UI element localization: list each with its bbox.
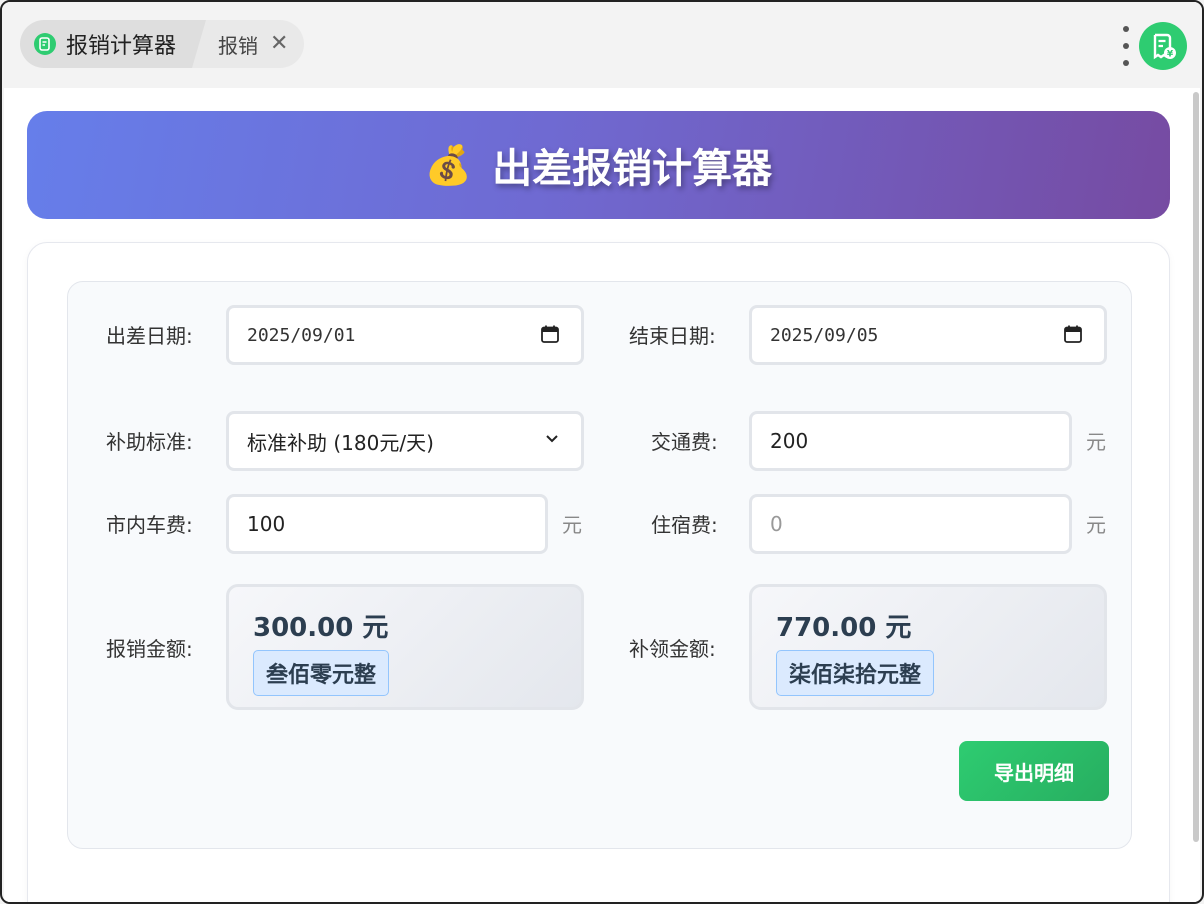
app-logo-icon[interactable]: ¥	[1139, 22, 1187, 70]
subsidy-label: 补助标准:	[106, 430, 193, 454]
title-bar: 报销计算器 报销 ✕ ¥	[2, 2, 1202, 88]
subsidy-value: 标准补助 (180元/天)	[247, 430, 434, 455]
start-date-value: 2025/09/01	[247, 324, 356, 346]
end-date-label: 结束日期:	[629, 324, 716, 348]
end-date-value: 2025/09/05	[770, 324, 879, 346]
local-transport-input[interactable]: 100	[226, 494, 548, 554]
end-date-input[interactable]: 2025/09/05	[749, 305, 1107, 365]
form-panel: 出差日期: 2025/09/01 结束日期: 2025/09/05 补助标准: …	[67, 281, 1132, 849]
tab-calculator[interactable]: 报销计算器	[20, 20, 220, 68]
transport-unit: 元	[1086, 430, 1106, 454]
money-bag-icon: 💰	[424, 142, 473, 187]
local-transport-value: 100	[247, 512, 286, 536]
lodging-label: 住宿费:	[651, 513, 718, 537]
tab-reimburse[interactable]: 报销 ✕	[192, 20, 304, 68]
calendar-icon[interactable]	[541, 325, 559, 343]
receipt-icon	[34, 33, 56, 55]
local-transport-unit: 元	[562, 513, 582, 537]
start-date-input[interactable]: 2025/09/01	[226, 305, 584, 365]
tab-reimburse-label: 报销	[218, 33, 258, 58]
app-window: 报销计算器 报销 ✕ ¥ 💰 出差报销计算器 出差日期: 2025/09/01 …	[0, 0, 1204, 904]
transport-value: 200	[770, 429, 809, 453]
supplement-amount: 770.00 元	[776, 613, 912, 643]
more-menu-icon[interactable]	[1118, 26, 1134, 66]
reimburse-amount: 300.00 元	[253, 613, 389, 643]
supplement-result: 770.00 元 柒佰柒拾元整	[749, 584, 1107, 710]
supplement-chinese-amount: 柒佰柒拾元整	[776, 650, 935, 696]
svg-text:¥: ¥	[1167, 50, 1174, 60]
start-date-label: 出差日期:	[106, 324, 193, 348]
transport-input[interactable]: 200	[749, 411, 1072, 471]
lodging-input[interactable]: 0	[749, 494, 1072, 554]
scrollbar[interactable]	[1192, 88, 1200, 848]
lodging-unit: 元	[1086, 513, 1106, 537]
tab-calculator-label: 报销计算器	[66, 34, 177, 59]
export-details-button[interactable]: 导出明细	[959, 741, 1109, 801]
subsidy-select[interactable]: 标准补助 (180元/天)	[226, 411, 584, 471]
close-icon[interactable]: ✕	[270, 33, 288, 55]
local-transport-label: 市内车费:	[106, 513, 193, 537]
hero-banner: 💰 出差报销计算器	[27, 111, 1170, 219]
reimburse-result: 300.00 元 叁佰零元整	[226, 584, 584, 710]
page-title: 出差报销计算器	[492, 146, 773, 192]
supplement-amount-label: 补领金额:	[629, 637, 716, 661]
reimburse-amount-label: 报销金额:	[106, 637, 193, 661]
lodging-placeholder: 0	[770, 512, 783, 536]
transport-label: 交通费:	[651, 430, 718, 454]
chevron-down-icon	[546, 435, 558, 443]
calendar-icon[interactable]	[1064, 325, 1082, 343]
reimburse-chinese-amount: 叁佰零元整	[253, 650, 390, 696]
calculator-card: 出差日期: 2025/09/01 结束日期: 2025/09/05 补助标准: …	[27, 242, 1170, 902]
content-area: 💰 出差报销计算器 出差日期: 2025/09/01 结束日期: 2025/09…	[4, 88, 1200, 902]
